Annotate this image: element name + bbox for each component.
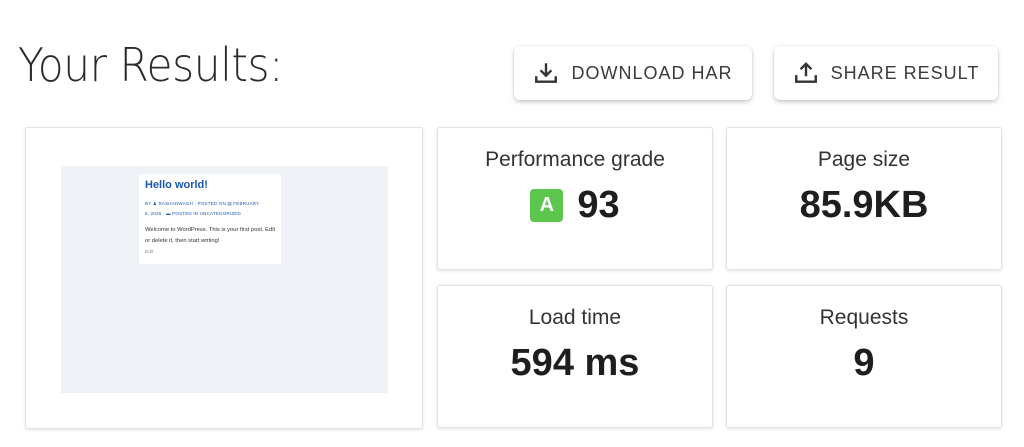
performance-grade-label: Performance grade [485,148,665,171]
performance-score: 93 [577,184,620,226]
page-title: Your Results: [18,38,283,92]
requests-value: 9 [853,342,875,384]
download-har-button[interactable]: DOWNLOAD HAR [514,46,752,100]
page-screenshot: Hello world! BY ♟ RASHADWAGH · POSTED ON… [61,166,388,393]
page-size-value: 85.9KB [799,184,929,226]
post-preview: Hello world! BY ♟ RASHADWAGH · POSTED ON… [139,174,281,264]
requests-card: Requests 9 [726,285,1002,428]
page-size-card: Page size 85.9KB [726,127,1002,270]
download-har-label: DOWNLOAD HAR [571,62,733,83]
load-time-card: Load time 594 ms [437,285,713,428]
post-edit-link: Edit [145,250,154,255]
grade-badge: A [530,189,564,222]
post-meta-line-2: 6, 2026 · ▬ POSTED IN UNCATEGORIZED [145,211,241,216]
load-time-value: 594 ms [510,342,640,384]
load-time-label: Load time [528,306,622,329]
post-title: Hello world! [145,179,208,191]
post-body: Welcome to WordPress. This is your first… [145,227,276,244]
performance-grade-value: A 93 [438,184,712,227]
page-preview-card: Hello world! BY ♟ RASHADWAGH · POSTED ON… [25,127,423,429]
share-result-button[interactable]: SHARE RESULT [774,46,998,100]
performance-grade-card: Performance grade A 93 [437,127,713,270]
share-icon [794,62,817,83]
share-result-label: SHARE RESULT [830,62,980,83]
download-icon [535,63,558,83]
page-size-label: Page size [817,148,911,171]
requests-label: Requests [819,306,909,329]
post-meta-line-1: BY ♟ RASHADWAGH · POSTED ON ▤ FEBRUARY [145,201,260,206]
